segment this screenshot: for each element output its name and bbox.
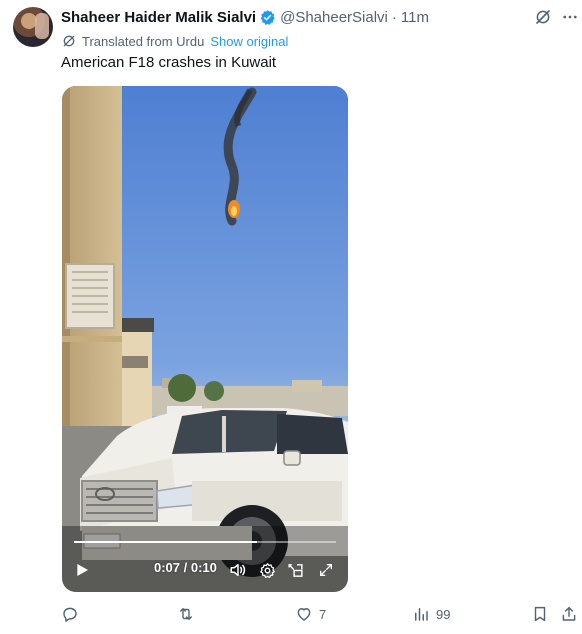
fullscreen-button[interactable]	[316, 560, 336, 580]
settings-button[interactable]	[257, 560, 277, 580]
verified-badge-icon	[260, 9, 275, 25]
tweet-actions: 7 99	[0, 604, 582, 626]
volume-button[interactable]	[228, 560, 248, 580]
translated-label: Translated from Urdu	[82, 33, 205, 49]
like-count: 7	[319, 606, 327, 622]
separator-dot: ·	[391, 8, 397, 26]
author-name[interactable]: Shaheer Haider Malik Sialvi	[61, 9, 256, 26]
more-icon[interactable]	[561, 8, 579, 26]
bookmark-button[interactable]	[531, 604, 549, 624]
retweet-icon	[180, 608, 192, 620]
play-button[interactable]	[72, 560, 92, 580]
show-original-link[interactable]: Show original	[210, 34, 288, 49]
play-icon	[77, 564, 88, 576]
reply-icon	[63, 607, 77, 622]
views-icon	[415, 608, 428, 621]
like-icon	[297, 608, 311, 621]
bookmark-icon	[534, 606, 546, 622]
video-player[interactable]: 0:07 / 0:10	[62, 86, 348, 592]
tweet-header: Shaheer Haider Malik Sialvi @ShaheerSial…	[61, 7, 429, 27]
tweet-text: American F18 crashes in Kuwait	[61, 54, 277, 71]
author-handle[interactable]: @ShaheerSialvi	[280, 9, 388, 26]
video-frame	[62, 86, 348, 592]
fullscreen-icon	[320, 564, 332, 576]
view-count: 99	[436, 606, 451, 622]
pip-icon	[287, 563, 303, 577]
reply-button[interactable]	[61, 604, 79, 624]
translate-icon	[63, 35, 75, 47]
views-button[interactable]: 99	[412, 604, 450, 624]
share-icon	[562, 606, 576, 621]
settings-icon	[259, 562, 275, 578]
volume-icon	[230, 564, 246, 576]
grok-icon[interactable]	[534, 8, 552, 26]
tweet-time[interactable]: 11m	[401, 9, 429, 26]
share-button[interactable]	[560, 604, 578, 624]
like-button[interactable]: 7	[295, 604, 326, 624]
video-progress-bar[interactable]	[74, 541, 336, 543]
translation-bar: Translated from Urdu Show original	[61, 32, 288, 50]
pip-button[interactable]	[285, 560, 305, 580]
retweet-button[interactable]	[177, 604, 195, 624]
author-avatar[interactable]	[13, 7, 53, 47]
video-timecode: 0:07 / 0:10	[154, 560, 217, 575]
video-progress-fill	[74, 541, 258, 543]
